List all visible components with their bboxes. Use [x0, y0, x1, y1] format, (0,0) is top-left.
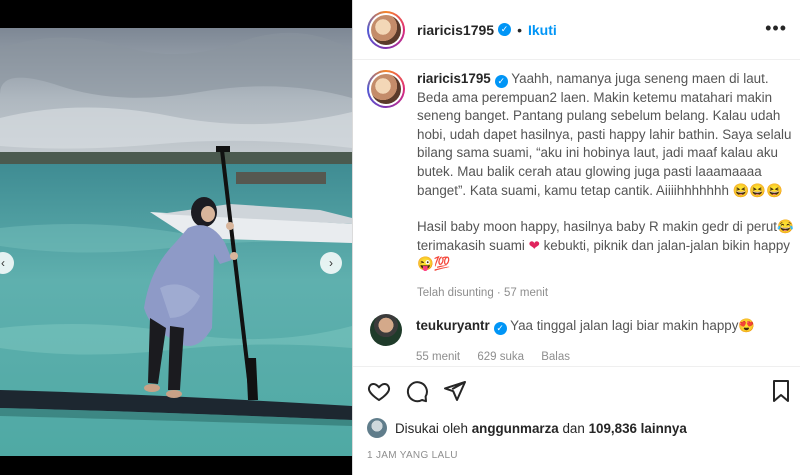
commenter-username[interactable]: teukuryantr [416, 318, 490, 333]
share-icon[interactable] [443, 379, 467, 403]
post-header: riaricis1795 ✓ • Ikuti ••• [353, 0, 800, 60]
liker-avatar[interactable] [367, 418, 387, 438]
chevron-right-icon[interactable]: › [320, 252, 342, 274]
comment-item: teukuryantr ✓ Yaa tinggal jalan lagi biar… [367, 314, 800, 366]
verified-badge-icon: ✓ [494, 74, 508, 88]
verified-badge-icon: ✓ [498, 23, 512, 36]
comment-likes[interactable]: 629 suka [477, 351, 524, 363]
bookmark-icon[interactable] [769, 379, 793, 403]
comments-section: riaricis1795 ✓ Yaahh, namanya juga seneng… [353, 60, 800, 366]
reply-button[interactable]: Balas [541, 351, 570, 363]
likes-count[interactable]: 109,836 lainnya [589, 421, 687, 436]
red-heart-emoji-icon: ❤ [528, 237, 540, 253]
comment-text: Yaa tinggal jalan lagi biar makin happy😍 [510, 318, 756, 333]
likes-summary: Disukai oleh anggunmarza dan 109,836 lai… [367, 418, 687, 438]
edited-meta: Telah disunting · 57 menit [417, 286, 549, 299]
photo-letterbox-bottom [0, 456, 352, 475]
paddleboard-photo [0, 28, 352, 456]
heart-icon[interactable] [367, 379, 391, 403]
likes-prefix: Disukai oleh [395, 420, 468, 436]
action-bar [353, 366, 800, 414]
comment-meta: 55 menit 629 suka Balas [416, 348, 755, 366]
post-panel: riaricis1795 ✓ • Ikuti ••• riaricis1795 ✓… [352, 0, 800, 475]
caption-username[interactable]: riaricis1795 [417, 71, 491, 86]
comment-body: teukuryantr ✓ Yaa tinggal jalan lagi biar… [416, 314, 755, 366]
post-timestamp: 1 JAM YANG LALU [367, 450, 458, 461]
caption-paragraph-1: Yaahh, namanya juga seneng maen di laut.… [417, 71, 792, 198]
post-photo[interactable]: ‹ › [0, 0, 352, 475]
author-username[interactable]: riaricis1795 [417, 22, 494, 38]
follow-button[interactable]: Ikuti [528, 22, 557, 38]
liker-username[interactable]: anggunmarza [472, 421, 559, 436]
comment-icon[interactable] [405, 379, 429, 403]
separator-dot: • [517, 21, 522, 38]
commenter-avatar[interactable] [370, 314, 402, 346]
post-caption: riaricis1795 ✓ Yaahh, namanya juga seneng… [367, 70, 800, 303]
likes-joiner: dan [562, 420, 585, 436]
caption-author-avatar[interactable] [367, 70, 405, 108]
photo-letterbox-top [0, 0, 352, 28]
more-options-icon[interactable]: ••• [765, 18, 787, 39]
caption-text: riaricis1795 ✓ Yaahh, namanya juga seneng… [417, 70, 797, 303]
verified-badge-icon: ✓ [493, 321, 507, 335]
comment-time: 55 menit [416, 351, 461, 363]
author-avatar[interactable] [367, 10, 405, 49]
